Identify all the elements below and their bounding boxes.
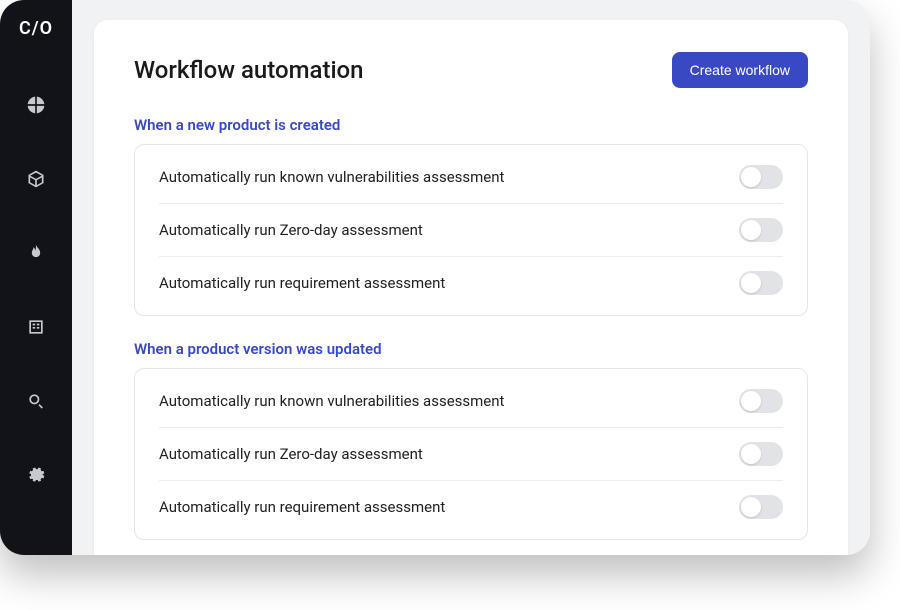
workflow-row-label: Automatically run known vulnerabilities … <box>159 392 504 410</box>
workflow-row: Automatically run known vulnerabilities … <box>159 151 783 204</box>
workflow-row: Automatically run Zero-day assessment <box>159 428 783 481</box>
settings-card: Workflow automation Create workflow When… <box>94 20 848 555</box>
workflow-row-label: Automatically run Zero-day assessment <box>159 445 423 463</box>
workflow-row: Automatically run requirement assessment <box>159 257 783 309</box>
cube-icon <box>26 169 46 193</box>
workflow-row: Automatically run Zero-day assessment <box>159 204 783 257</box>
sidebar-item-search[interactable] <box>16 383 56 423</box>
toggle-zero-day-new[interactable] <box>739 218 783 242</box>
toggle-requirement-update[interactable] <box>739 495 783 519</box>
card-header: Workflow automation Create workflow <box>134 52 808 88</box>
toggle-known-vulns-new[interactable] <box>739 165 783 189</box>
workflow-row: Automatically run known vulnerabilities … <box>159 375 783 428</box>
toggle-requirement-new[interactable] <box>739 271 783 295</box>
section-version-updated: When a product version was updated Autom… <box>134 340 808 540</box>
checklist-icon <box>26 317 46 341</box>
workflow-row: Automatically run requirement assessment <box>159 481 783 533</box>
section-panel: Automatically run known vulnerabilities … <box>134 368 808 540</box>
create-workflow-button[interactable]: Create workflow <box>672 52 808 88</box>
sidebar-item-settings[interactable] <box>16 457 56 497</box>
app-frame: C/O <box>0 0 870 555</box>
section-title: When a new product is created <box>134 116 808 134</box>
section-new-product: When a new product is created Automatica… <box>134 116 808 316</box>
search-icon <box>26 391 46 415</box>
main-content: Workflow automation Create workflow When… <box>72 0 870 555</box>
gear-icon <box>26 465 46 489</box>
pie-chart-icon <box>26 95 46 119</box>
workflow-row-label: Automatically run known vulnerabilities … <box>159 168 504 186</box>
sidebar: C/O <box>0 0 72 555</box>
flame-icon <box>26 243 46 267</box>
section-panel: Automatically run known vulnerabilities … <box>134 144 808 316</box>
sidebar-item-vulnerabilities[interactable] <box>16 235 56 275</box>
section-title: When a product version was updated <box>134 340 808 358</box>
logo: C/O <box>19 18 53 39</box>
toggle-zero-day-update[interactable] <box>739 442 783 466</box>
workflow-row-label: Automatically run requirement assessment <box>159 274 445 292</box>
sidebar-item-reports[interactable] <box>16 309 56 349</box>
page-title: Workflow automation <box>134 56 364 84</box>
toggle-known-vulns-update[interactable] <box>739 389 783 413</box>
sidebar-item-dashboard[interactable] <box>16 87 56 127</box>
workflow-row-label: Automatically run Zero-day assessment <box>159 221 423 239</box>
workflow-row-label: Automatically run requirement assessment <box>159 498 445 516</box>
sidebar-item-products[interactable] <box>16 161 56 201</box>
